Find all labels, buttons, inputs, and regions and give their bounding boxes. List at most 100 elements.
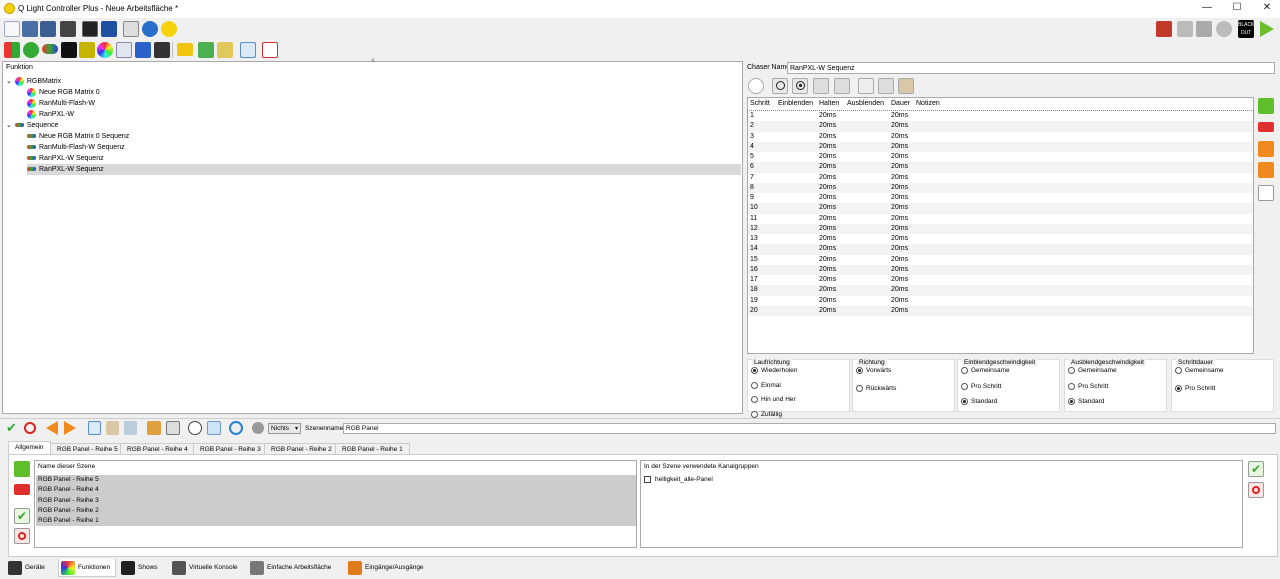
tree-item[interactable]: Neue RGB Matrix 0 Sequenz — [27, 131, 129, 142]
open-icon[interactable] — [22, 21, 38, 37]
step-row[interactable]: 17 20ms 20ms — [748, 275, 1253, 286]
magic-wand-icon[interactable] — [217, 42, 233, 58]
step-row[interactable]: 11 20ms 20ms — [748, 213, 1253, 224]
paste-icon[interactable] — [106, 421, 119, 435]
move-down-button[interactable] — [834, 78, 850, 94]
radio-option[interactable]: Gemeinsame — [1068, 367, 1117, 374]
enable-button[interactable]: ✔ — [14, 508, 30, 524]
sequence-icon[interactable] — [42, 44, 58, 54]
expand-arrow-icon[interactable]: ⌄ — [6, 122, 12, 129]
step-row[interactable]: 1 20ms 20ms — [747, 109, 1254, 123]
delete-icon[interactable] — [262, 42, 278, 58]
minimize-button[interactable]: — — [1192, 2, 1222, 16]
step-row[interactable]: 5 20ms 20ms — [748, 152, 1253, 163]
radio-option[interactable]: Pro Schritt — [961, 382, 1001, 390]
column-header[interactable]: Schritt — [750, 98, 770, 110]
play-icon[interactable] — [1260, 21, 1274, 37]
audio-icon[interactable] — [135, 42, 151, 58]
radio-option[interactable]: Gemeinsame — [961, 367, 1010, 374]
new-icon[interactable] — [4, 21, 20, 37]
column-header[interactable]: Ausblenden — [847, 98, 884, 110]
step-row[interactable]: 18 20ms 20ms — [748, 285, 1253, 296]
tree-item[interactable]: RanMulti-Flash-W — [27, 98, 95, 109]
collapse-arrow-icon[interactable]: ˄ — [371, 58, 375, 65]
scene-tab[interactable]: RGB Panel - Reihe 3 — [193, 443, 268, 454]
chaser-icon[interactable] — [23, 42, 39, 58]
monitor-icon[interactable] — [123, 21, 139, 37]
scene-list-item[interactable]: RGB Panel - Reihe 2 — [36, 505, 636, 517]
monitor-scene-icon[interactable] — [207, 421, 221, 435]
step-row[interactable]: 7 20ms 20ms — [748, 172, 1253, 183]
radio-option[interactable]: Einmal — [751, 381, 781, 389]
wizard-icon[interactable] — [198, 42, 214, 58]
disable-group-button[interactable] — [1248, 482, 1264, 498]
splitter[interactable] — [0, 418, 1280, 419]
radio-option[interactable]: Pro Schritt — [1175, 384, 1215, 392]
bottom-tab[interactable]: Einfache Arbeitsfläche — [248, 559, 344, 577]
radio-option[interactable]: Gemeinsame — [1175, 367, 1224, 374]
rgb-matrix-icon[interactable] — [97, 42, 113, 58]
bottom-tab[interactable]: Funktionen — [58, 559, 116, 577]
step-row[interactable]: 3 20ms 20ms — [748, 131, 1253, 142]
bottom-tab[interactable]: Geräte — [6, 559, 52, 577]
copy-icon[interactable] — [88, 421, 101, 435]
tree-item[interactable]: RanPXL-W Sequenz — [27, 153, 104, 164]
scene-tab[interactable]: RGB Panel - Reihe 5 — [50, 443, 125, 454]
scene-icon[interactable] — [4, 42, 20, 58]
tree-item[interactable]: RanMulti-Flash-W Sequenz — [27, 142, 125, 153]
output-icon[interactable] — [1156, 21, 1172, 37]
expand-arrow-icon[interactable]: ⌄ — [6, 78, 12, 85]
tree-item[interactable]: ⌄ Sequence — [6, 120, 58, 131]
scene-tab[interactable]: Allgemein — [8, 441, 51, 454]
step-row[interactable]: 20 20ms 20ms — [748, 305, 1253, 317]
save-icon[interactable] — [40, 21, 56, 37]
tree-item[interactable]: Neue RGB Matrix 0 — [27, 87, 100, 98]
raise-step-button[interactable] — [1258, 141, 1274, 157]
tree-item[interactable]: RanPXL-W — [27, 109, 74, 120]
folder-icon[interactable] — [177, 43, 193, 56]
position-tool-icon[interactable] — [166, 421, 180, 435]
radio-option[interactable]: Standard — [961, 398, 997, 405]
column-header[interactable]: Dauer — [891, 98, 910, 110]
radio-option[interactable]: Hin und Her — [751, 396, 796, 403]
preview-play-button[interactable] — [772, 78, 788, 94]
tree-item[interactable]: ⌄ RGBMatrix — [6, 76, 61, 87]
next-tab-icon[interactable] — [64, 421, 76, 435]
scene-list-item[interactable]: RGB Panel - Reihe 1 — [36, 516, 636, 527]
blackout-icon[interactable]: BLACK OUT — [1238, 20, 1254, 38]
disable-all-icon[interactable] — [24, 422, 36, 434]
step-row[interactable]: 16 20ms 20ms — [748, 264, 1253, 276]
radio-option[interactable]: Rückwärts — [856, 384, 896, 392]
step-row[interactable]: 13 20ms 20ms — [748, 234, 1253, 245]
about-icon[interactable] — [161, 21, 177, 37]
scene-list-item[interactable]: RGB Panel - Reihe 4 — [36, 485, 636, 496]
collection-icon[interactable] — [79, 42, 95, 58]
radio-option[interactable]: Zufällig — [751, 410, 782, 418]
step-row[interactable]: 6 20ms 20ms — [748, 162, 1253, 173]
remove-step-button[interactable] — [1258, 122, 1274, 132]
step-row[interactable]: 12 20ms 20ms — [748, 223, 1253, 235]
kiosk-icon[interactable] — [82, 21, 98, 37]
bottom-tab[interactable]: Virtuelle Konsole — [170, 559, 246, 577]
radio-option[interactable]: Wiederholen — [751, 367, 798, 374]
radio-option[interactable]: Pro Schritt — [1068, 382, 1108, 390]
fullscreen-icon[interactable] — [101, 21, 117, 37]
save-as-icon[interactable] — [60, 21, 76, 37]
clone-icon[interactable] — [240, 42, 256, 58]
step-row[interactable]: 2 20ms 20ms — [748, 121, 1253, 132]
enable-all-icon[interactable]: ✔ — [6, 421, 18, 434]
radio-option[interactable]: Standard — [1068, 398, 1104, 405]
close-button[interactable]: ✕ — [1252, 2, 1280, 16]
stop-all-icon[interactable] — [1216, 21, 1232, 37]
speed-dial-icon[interactable] — [188, 421, 202, 435]
disable-icon[interactable] — [1196, 21, 1212, 37]
lower-step-button[interactable] — [1258, 162, 1274, 178]
remove-scene-button[interactable] — [14, 484, 30, 495]
record-icon[interactable] — [252, 422, 264, 434]
video-icon[interactable] — [154, 42, 170, 58]
column-header[interactable]: Halten — [819, 98, 839, 110]
step-row[interactable]: 19 20ms 20ms — [748, 295, 1253, 306]
radio-option[interactable]: Vorwärts — [856, 367, 891, 374]
scene-list-item[interactable]: RGB Panel - Reihe 5 — [36, 475, 636, 486]
paste-button[interactable] — [898, 78, 914, 94]
